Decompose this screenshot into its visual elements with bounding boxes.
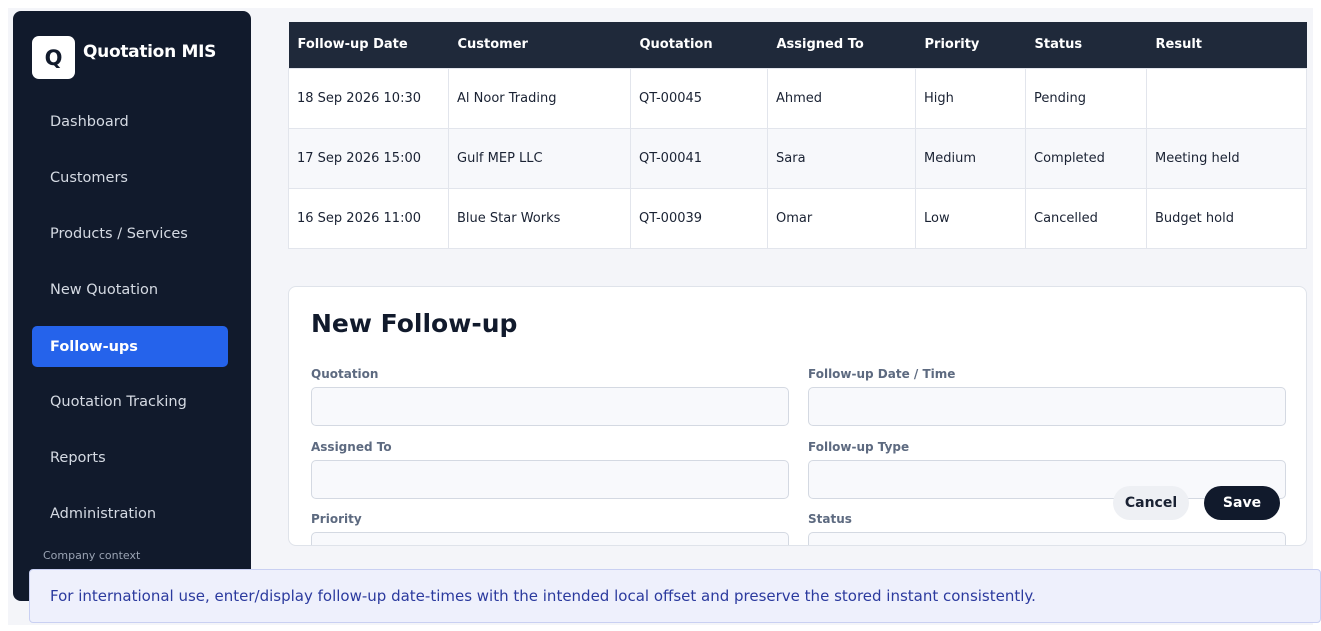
sidebar-item-follow-ups[interactable]: Follow-ups	[32, 326, 228, 367]
cell-status: Cancelled	[1025, 187, 1147, 249]
cell-assigned-to: Omar	[767, 187, 916, 249]
sidebar-item-label: Quotation Tracking	[50, 393, 187, 410]
notice-text: For international use, enter/display fol…	[50, 587, 1036, 605]
cell-assigned-to: Sara	[767, 127, 916, 189]
follow-up-datetime-field[interactable]	[808, 387, 1286, 426]
sidebar-item-label: Products / Services	[50, 225, 188, 242]
timezone-notice-banner: For international use, enter/display fol…	[29, 569, 1321, 623]
cell-result: Budget hold	[1146, 187, 1307, 249]
cell-result	[1146, 67, 1307, 129]
cell-quotation: QT-00045	[630, 67, 768, 129]
sidebar-item-label: Dashboard	[50, 113, 129, 130]
sidebar-item-label: Follow-ups	[50, 338, 138, 355]
sidebar-item-customers[interactable]: Customers	[32, 157, 228, 198]
app-title: Quotation MIS	[83, 42, 217, 62]
cell-follow-up-date: 17 Sep 2026 15:00	[288, 127, 449, 189]
table-row[interactable]: 16 Sep 2026 11:00 Blue Star Works QT-000…	[288, 187, 1307, 249]
cell-status: Pending	[1025, 67, 1147, 129]
sidebar-item-administration[interactable]: Administration	[32, 493, 228, 534]
follow-ups-table: Follow-up Date Customer Quotation Assign…	[288, 22, 1307, 249]
cell-status: Completed	[1025, 127, 1147, 189]
save-button[interactable]: Save	[1204, 486, 1280, 520]
cell-quotation: QT-00041	[630, 127, 768, 189]
table-header-row: Follow-up Date Customer Quotation Assign…	[288, 22, 1307, 68]
table-row[interactable]: 18 Sep 2026 10:30 Al Noor Trading QT-000…	[288, 67, 1307, 129]
quotation-label: Quotation	[311, 367, 379, 381]
column-header-customer[interactable]: Customer	[449, 22, 631, 68]
follow-ups-table-container: Follow-up Date Customer Quotation Assign…	[288, 22, 1307, 249]
company-context-label: Company context	[43, 549, 141, 562]
table-row[interactable]: 17 Sep 2026 15:00 Gulf MEP LLC QT-00041 …	[288, 127, 1307, 189]
cell-follow-up-date: 16 Sep 2026 11:00	[288, 187, 449, 249]
sidebar-item-products-services[interactable]: Products / Services	[32, 213, 228, 254]
column-header-result[interactable]: Result	[1147, 22, 1307, 68]
quotation-field[interactable]	[311, 387, 789, 426]
logo-letter: Q	[44, 45, 63, 70]
app-logo: Q	[32, 36, 75, 79]
follow-up-datetime-label: Follow-up Date / Time	[808, 367, 956, 381]
column-header-priority[interactable]: Priority	[916, 22, 1026, 68]
cell-result: Meeting held	[1146, 127, 1307, 189]
sidebar-item-label: Administration	[50, 505, 157, 522]
form-title: New Follow-up	[311, 309, 518, 338]
status-field[interactable]	[808, 532, 1286, 545]
column-header-assigned-to[interactable]: Assigned To	[768, 22, 916, 68]
column-header-status[interactable]: Status	[1026, 22, 1147, 68]
cell-follow-up-date: 18 Sep 2026 10:30	[288, 67, 449, 129]
status-label: Status	[808, 512, 852, 526]
sidebar-item-new-quotation[interactable]: New Quotation	[32, 269, 228, 310]
assigned-to-field[interactable]	[311, 460, 789, 499]
sidebar-item-label: Customers	[50, 169, 128, 186]
cell-customer: Gulf MEP LLC	[448, 127, 631, 189]
priority-label: Priority	[311, 512, 362, 526]
cell-customer: Blue Star Works	[448, 187, 631, 249]
cell-priority: Medium	[915, 127, 1026, 189]
cell-quotation: QT-00039	[630, 187, 768, 249]
cell-priority: Low	[915, 187, 1026, 249]
sidebar: Q Quotation MIS Dashboard Customers Prod…	[13, 11, 251, 601]
cell-assigned-to: Ahmed	[767, 67, 916, 129]
sidebar-item-label: New Quotation	[50, 281, 159, 298]
assigned-to-label: Assigned To	[311, 440, 392, 454]
priority-field[interactable]	[311, 532, 789, 545]
cancel-button[interactable]: Cancel	[1113, 486, 1189, 520]
cell-customer: Al Noor Trading	[448, 67, 631, 129]
column-header-quotation[interactable]: Quotation	[631, 22, 768, 68]
follow-up-type-label: Follow-up Type	[808, 440, 910, 454]
sidebar-item-reports[interactable]: Reports	[32, 437, 228, 478]
column-header-follow-up-date[interactable]: Follow-up Date	[289, 22, 449, 68]
sidebar-item-dashboard[interactable]: Dashboard	[32, 101, 228, 142]
sidebar-item-quotation-tracking[interactable]: Quotation Tracking	[32, 381, 228, 422]
cell-priority: High	[915, 67, 1026, 129]
sidebar-item-label: Reports	[50, 449, 106, 466]
